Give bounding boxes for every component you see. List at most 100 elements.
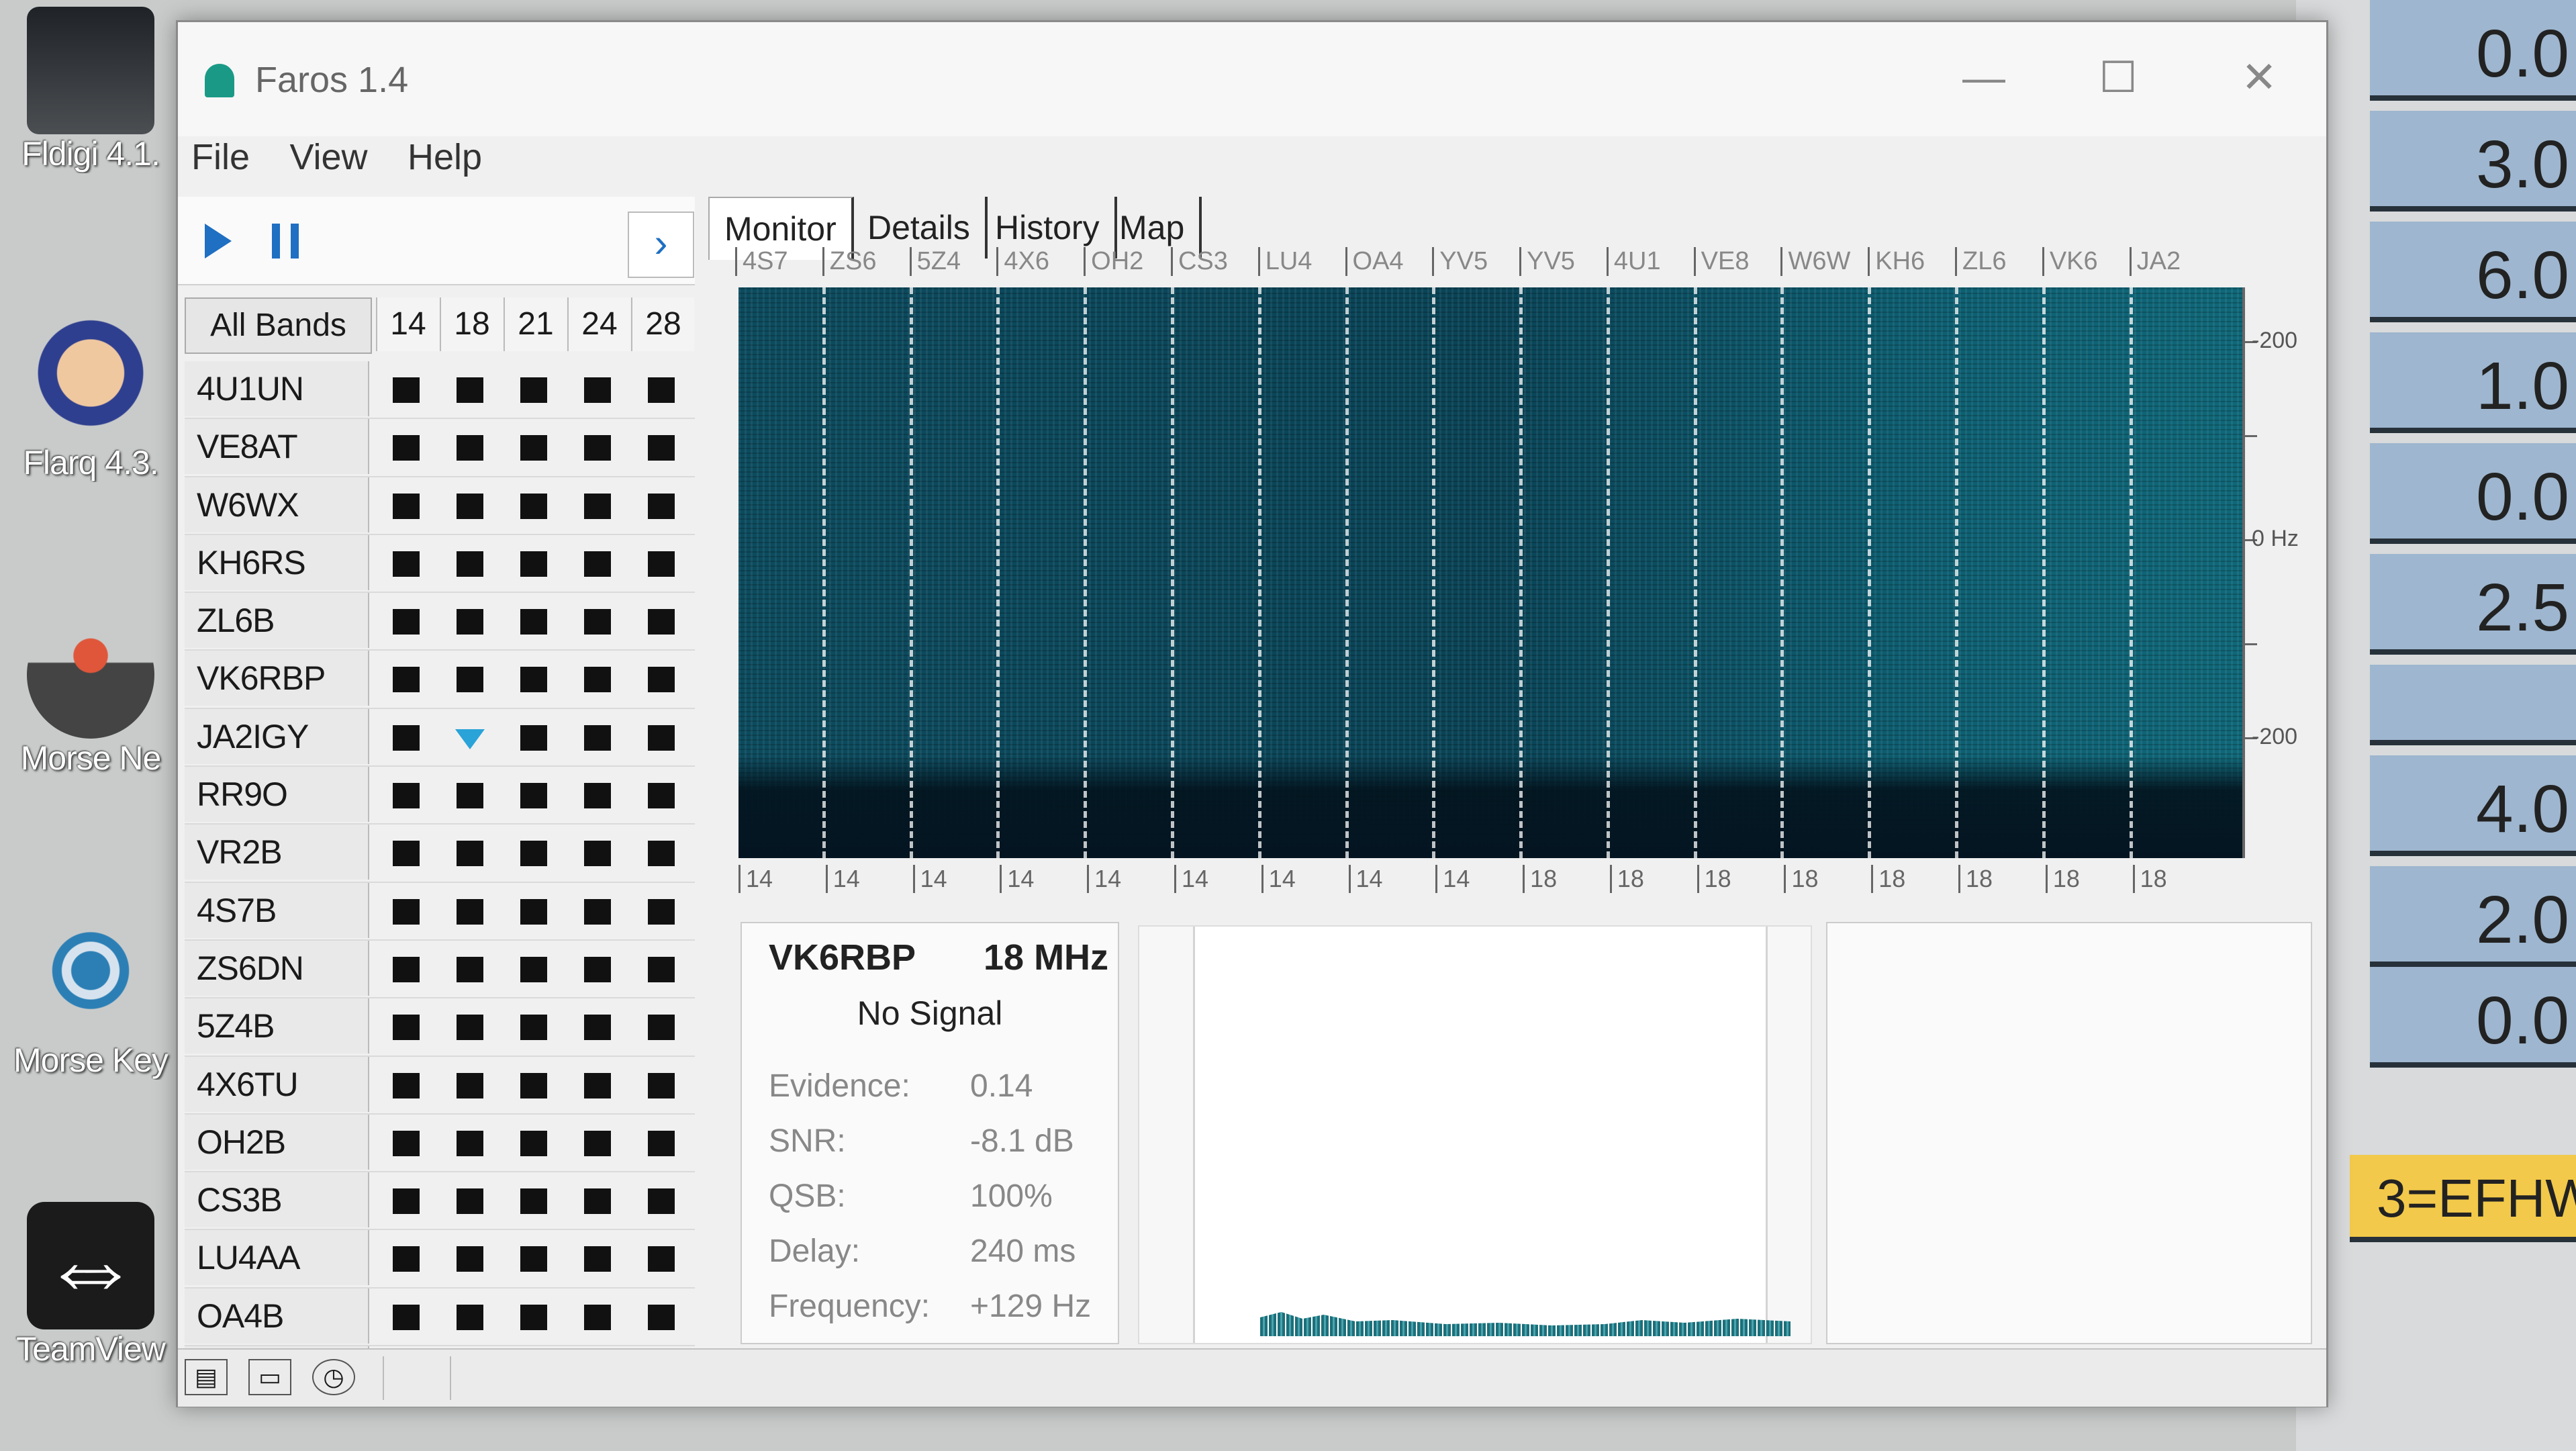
band-indicator[interactable]: [584, 377, 611, 403]
sheet-cell[interactable]: 6.0: [2370, 222, 2576, 322]
band-indicator[interactable]: [393, 551, 420, 577]
station-row[interactable]: VE8AT: [185, 419, 695, 477]
band-indicator[interactable]: [520, 667, 547, 693]
sheet-cell[interactable]: 4.0: [2370, 755, 2576, 856]
band-indicator[interactable]: [520, 493, 547, 519]
band-indicator[interactable]: [520, 1072, 547, 1098]
station-row[interactable]: VK6RBP: [185, 651, 695, 709]
band-indicator[interactable]: [648, 724, 675, 751]
band-indicator[interactable]: [457, 1130, 483, 1156]
band-indicator[interactable]: [648, 1072, 675, 1098]
band-indicator[interactable]: [648, 609, 675, 635]
band-indicator[interactable]: [520, 724, 547, 751]
station-row[interactable]: ZS6DN: [185, 940, 695, 999]
band-indicator[interactable]: [393, 609, 420, 635]
band-indicator[interactable]: [393, 783, 420, 809]
band-indicator[interactable]: [393, 1130, 420, 1156]
sheet-cell[interactable]: 2.0: [2370, 866, 2576, 967]
band-indicator[interactable]: [457, 1304, 483, 1330]
signal-spectrum[interactable]: [1138, 925, 1812, 1344]
band-indicator[interactable]: [584, 1130, 611, 1156]
next-button[interactable]: ›: [628, 212, 694, 278]
band-indicator[interactable]: [520, 956, 547, 982]
band-indicator[interactable]: [457, 783, 483, 809]
station-row[interactable]: LU4AA: [185, 1230, 695, 1289]
band-indicator[interactable]: [584, 1304, 611, 1330]
band-indicator[interactable]: [393, 493, 420, 519]
station-row[interactable]: KH6RS: [185, 534, 695, 594]
station-callsign[interactable]: VE8AT: [185, 419, 369, 475]
station-callsign[interactable]: LU4AA: [185, 1230, 369, 1286]
sheet-cell[interactable]: 1.0: [2370, 332, 2576, 433]
station-callsign[interactable]: VK6RBP: [185, 651, 369, 706]
band-indicator[interactable]: [457, 898, 483, 925]
desktop-icon-morse-key[interactable]: Morse Key: [3, 913, 178, 1080]
band-indicator[interactable]: [457, 1015, 483, 1041]
band-indicator[interactable]: [393, 1015, 420, 1041]
station-row[interactable]: OA4B: [185, 1288, 695, 1347]
band-indicator[interactable]: [584, 493, 611, 519]
band-indicator[interactable]: [584, 1246, 611, 1272]
station-row[interactable]: 4S7B: [185, 882, 695, 941]
band-column-18[interactable]: 18: [440, 297, 503, 351]
band-indicator[interactable]: [648, 783, 675, 809]
desktop-icon-morse-news[interactable]: Morse Ne: [3, 611, 178, 778]
band-indicator[interactable]: [520, 1130, 547, 1156]
station-row[interactable]: CS3B: [185, 1172, 695, 1231]
band-indicator[interactable]: [393, 724, 420, 751]
station-callsign[interactable]: 4X6TU: [185, 1056, 369, 1112]
sheet-cell[interactable]: 0.0: [2370, 0, 2576, 101]
pause-icon[interactable]: [272, 224, 299, 259]
band-indicator[interactable]: [520, 551, 547, 577]
band-indicator[interactable]: [520, 898, 547, 925]
band-indicator[interactable]: [648, 551, 675, 577]
station-row[interactable]: RR9O: [185, 767, 695, 825]
sheet-cell[interactable]: 2.5: [2370, 554, 2576, 655]
band-indicator[interactable]: [648, 898, 675, 925]
band-column-28[interactable]: 28: [631, 297, 694, 351]
band-indicator[interactable]: [393, 1246, 420, 1272]
minimize-button[interactable]: —: [1944, 52, 2024, 102]
band-indicator[interactable]: [520, 1188, 547, 1215]
desktop-icon-fldigi[interactable]: Fldigi 4.1.: [3, 7, 178, 173]
band-indicator[interactable]: [584, 551, 611, 577]
band-indicator[interactable]: [584, 783, 611, 809]
station-callsign[interactable]: OH2B: [185, 1114, 369, 1170]
band-indicator[interactable]: [457, 956, 483, 982]
desktop-icon-teamviewer[interactable]: ⇔ TeamView: [3, 1202, 178, 1368]
band-indicator[interactable]: [457, 1246, 483, 1272]
station-callsign[interactable]: 4S7B: [185, 882, 369, 938]
band-indicator[interactable]: [584, 435, 611, 461]
band-indicator[interactable]: [584, 609, 611, 635]
band-indicator[interactable]: [520, 377, 547, 403]
band-indicator[interactable]: [520, 1304, 547, 1330]
band-indicator[interactable]: [648, 1015, 675, 1041]
station-row[interactable]: JA2IGY: [185, 708, 695, 767]
band-indicator[interactable]: [393, 898, 420, 925]
band-indicator[interactable]: [584, 724, 611, 751]
band-indicator[interactable]: [648, 1130, 675, 1156]
band-indicator[interactable]: [648, 1246, 675, 1272]
station-callsign[interactable]: CS3B: [185, 1172, 369, 1228]
band-indicator[interactable]: [584, 956, 611, 982]
band-indicator[interactable]: [520, 1246, 547, 1272]
band-indicator[interactable]: [584, 667, 611, 693]
band-indicator[interactable]: [648, 841, 675, 867]
band-indicator[interactable]: [648, 667, 675, 693]
sheet-cell[interactable]: 0.0: [2370, 443, 2576, 544]
station-row[interactable]: 5Z4B: [185, 998, 695, 1057]
band-indicator[interactable]: [584, 841, 611, 867]
log-icon[interactable]: ▤: [185, 1359, 228, 1395]
band-indicator[interactable]: [648, 377, 675, 403]
band-indicator[interactable]: [457, 1188, 483, 1215]
band-indicator[interactable]: [457, 609, 483, 635]
band-indicator[interactable]: [393, 841, 420, 867]
maximize-button[interactable]: ☐: [2078, 52, 2158, 103]
band-indicator[interactable]: [457, 551, 483, 577]
band-indicator[interactable]: [520, 841, 547, 867]
band-column-14[interactable]: 14: [376, 297, 439, 351]
band-active-indicator-icon[interactable]: [455, 729, 485, 749]
band-column-24[interactable]: 24: [567, 297, 630, 351]
band-indicator[interactable]: [584, 1015, 611, 1041]
band-indicator[interactable]: [520, 1015, 547, 1041]
